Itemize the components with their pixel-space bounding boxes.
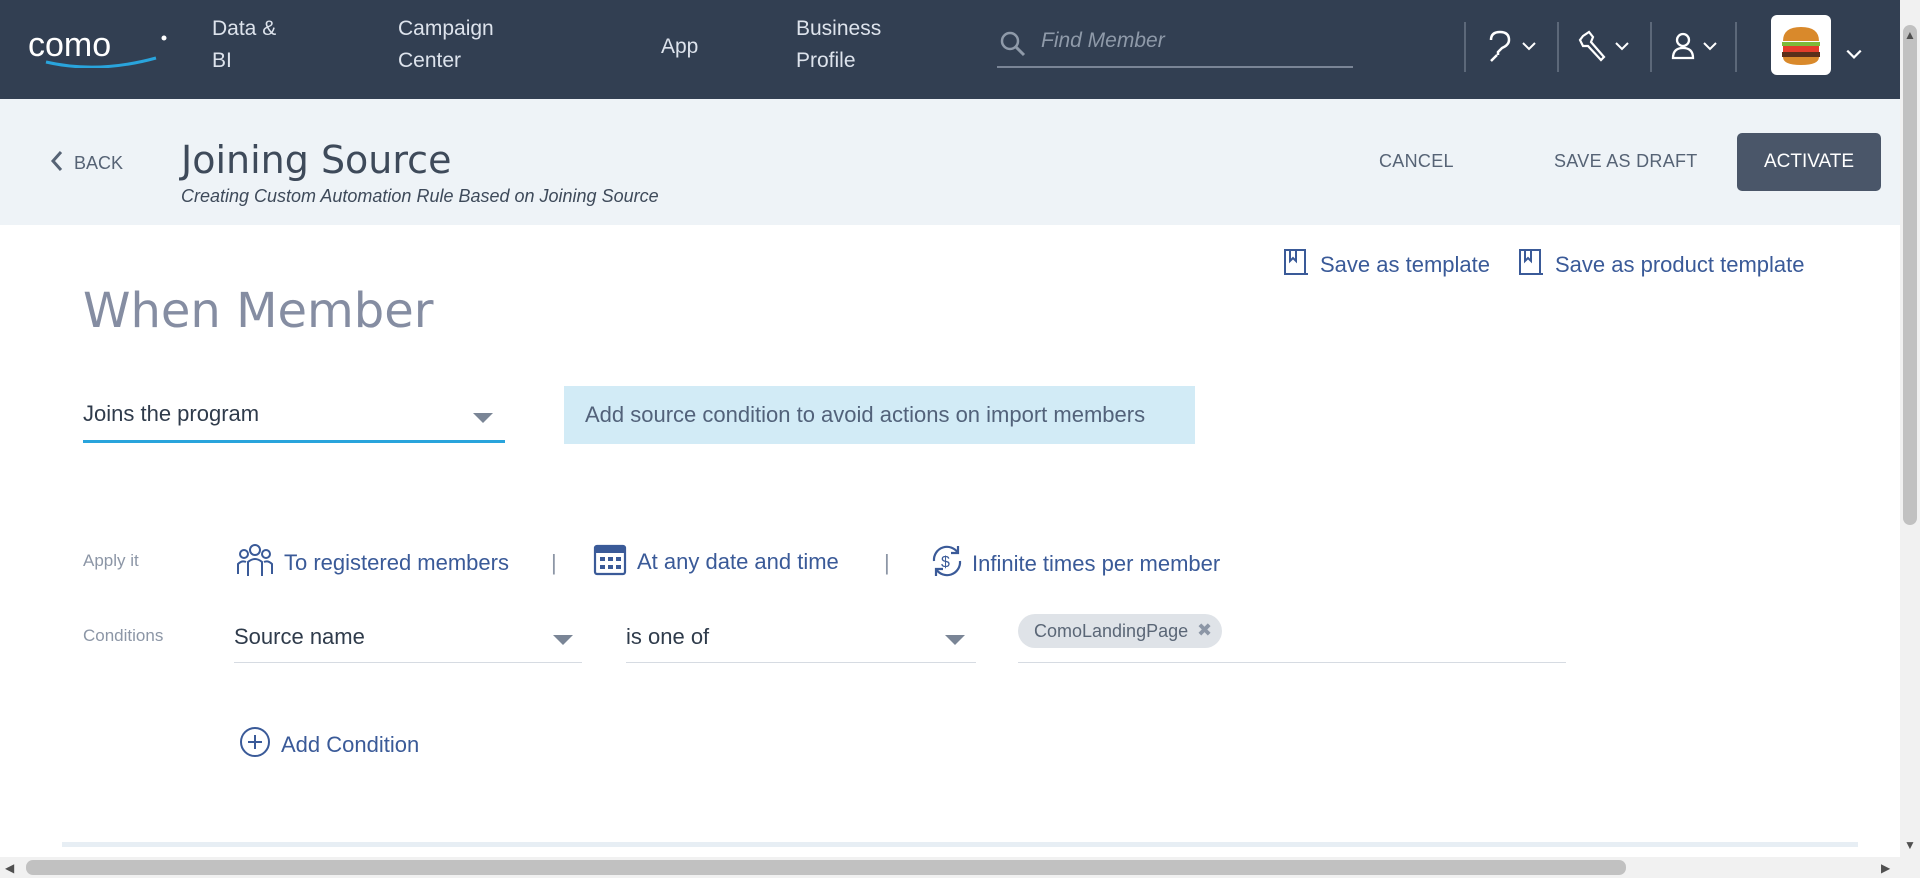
burger-avatar-icon bbox=[1782, 27, 1820, 65]
search-placeholder: Find Member bbox=[1041, 29, 1165, 52]
find-member-search[interactable]: Find Member bbox=[997, 22, 1353, 68]
dropdown-caret-icon bbox=[473, 413, 493, 423]
condition-tag-label: ComoLandingPage bbox=[1034, 620, 1189, 641]
divider bbox=[1557, 22, 1559, 72]
separator: | bbox=[551, 550, 557, 575]
apply-time-link[interactable]: At any date and time bbox=[593, 542, 839, 582]
apply-it-label: Apply it bbox=[83, 551, 139, 570]
como-logo[interactable]: como bbox=[28, 26, 168, 69]
conditions-label: Conditions bbox=[83, 626, 164, 645]
dropdown-caret-icon bbox=[553, 635, 573, 645]
plus-circle-icon bbox=[239, 726, 271, 764]
chevron-down-icon bbox=[1521, 39, 1537, 57]
remove-tag-icon[interactable]: ✖ bbox=[1197, 620, 1212, 641]
section-divider bbox=[62, 842, 1858, 847]
save-as-product-template-label: Save as product template bbox=[1555, 252, 1805, 277]
save-as-template-label: Save as template bbox=[1320, 252, 1490, 277]
trigger-select[interactable]: Joins the program bbox=[83, 393, 505, 443]
scroll-down-arrow-icon[interactable]: ▼ bbox=[1904, 838, 1916, 852]
svg-text:como: como bbox=[28, 28, 111, 64]
condition-tag: ComoLandingPage ✖ bbox=[1018, 614, 1223, 648]
source-condition-hint: Add source condition to avoid actions on… bbox=[564, 386, 1195, 444]
vertical-scrollbar-thumb[interactable] bbox=[1903, 25, 1917, 525]
nav-campaign-line2: Center bbox=[398, 49, 462, 72]
nav-business-profile[interactable]: Business Profile bbox=[796, 13, 881, 77]
template-icon bbox=[1282, 247, 1310, 283]
nav-campaign-line1: Campaign bbox=[398, 17, 494, 40]
nav-campaign-center[interactable]: Campaign Center bbox=[398, 13, 494, 77]
svg-text:$: $ bbox=[941, 554, 950, 571]
back-label: BACK bbox=[74, 153, 124, 173]
save-as-template-link[interactable]: Save as template bbox=[1282, 247, 1490, 283]
apply-members-link[interactable]: To registered members bbox=[236, 542, 509, 584]
nav-app-label: App bbox=[661, 35, 699, 58]
user-icon bbox=[1670, 31, 1696, 66]
condition-operator-select[interactable]: is one of bbox=[626, 619, 976, 663]
nav-business-line1: Business bbox=[796, 17, 882, 40]
condition-operator-value: is one of bbox=[626, 624, 710, 649]
divider bbox=[1735, 22, 1737, 72]
scroll-right-arrow-icon[interactable]: ▶ bbox=[1881, 861, 1890, 875]
trigger-select-value: Joins the program bbox=[83, 401, 260, 426]
help-icon bbox=[1485, 29, 1515, 68]
add-condition-label: Add Condition bbox=[281, 732, 420, 757]
business-avatar[interactable] bbox=[1771, 15, 1831, 75]
user-menu[interactable] bbox=[1670, 26, 1718, 70]
add-condition-button[interactable]: Add Condition bbox=[239, 726, 419, 764]
calendar-icon bbox=[593, 542, 627, 582]
nav-data-bi[interactable]: Data & BI bbox=[212, 13, 276, 77]
chevron-down-icon bbox=[1614, 39, 1630, 57]
page-subtitle: Creating Custom Automation Rule Based on… bbox=[181, 186, 659, 206]
scroll-up-arrow-icon[interactable]: ▲ bbox=[1904, 28, 1916, 42]
nav-data-bi-line1: Data & bbox=[212, 17, 277, 40]
save-as-product-template-link[interactable]: Save as product template bbox=[1517, 247, 1804, 283]
activate-button[interactable]: ACTIVATE bbox=[1737, 133, 1881, 191]
apply-frequency-label: Infinite times per member bbox=[972, 551, 1221, 576]
tools-menu[interactable] bbox=[1578, 26, 1630, 70]
back-button[interactable]: BACK bbox=[50, 150, 123, 177]
chevron-down-icon bbox=[1702, 39, 1718, 57]
top-navigation-bar: como Data & BI Campaign Center App Busin… bbox=[0, 0, 1920, 99]
divider bbox=[1650, 22, 1652, 72]
scroll-left-arrow-icon[interactable]: ◀ bbox=[5, 861, 14, 875]
members-group-icon bbox=[236, 542, 274, 584]
wrench-icon bbox=[1578, 29, 1608, 68]
page-title: Joining Source bbox=[181, 138, 452, 182]
nav-data-bi-line2: BI bbox=[212, 49, 232, 72]
chevron-left-icon bbox=[50, 150, 64, 177]
cancel-button[interactable]: CANCEL bbox=[1379, 151, 1454, 172]
dropdown-caret-icon bbox=[945, 635, 965, 645]
condition-field-select[interactable]: Source name bbox=[234, 619, 582, 663]
condition-field-value: Source name bbox=[234, 624, 365, 649]
condition-values-input[interactable]: ComoLandingPage ✖ bbox=[1018, 614, 1566, 663]
account-switch-menu[interactable] bbox=[1845, 34, 1863, 78]
apply-frequency-link[interactable]: $ Infinite times per member bbox=[928, 542, 1220, 586]
save-as-draft-button[interactable]: SAVE AS DRAFT bbox=[1554, 151, 1698, 172]
rule-heading: When Member bbox=[83, 283, 434, 339]
horizontal-scrollbar-thumb[interactable] bbox=[26, 860, 1626, 875]
product-template-icon bbox=[1517, 247, 1545, 283]
separator: | bbox=[884, 550, 890, 575]
apply-members-label: To registered members bbox=[284, 550, 509, 575]
recurring-dollar-icon: $ bbox=[928, 542, 966, 586]
search-icon bbox=[999, 30, 1027, 58]
nav-app[interactable]: App bbox=[661, 31, 698, 63]
help-menu[interactable] bbox=[1485, 26, 1537, 70]
nav-business-line2: Profile bbox=[796, 49, 856, 72]
apply-time-label: At any date and time bbox=[637, 549, 839, 574]
chevron-down-icon bbox=[1845, 47, 1863, 66]
divider bbox=[1464, 22, 1466, 72]
